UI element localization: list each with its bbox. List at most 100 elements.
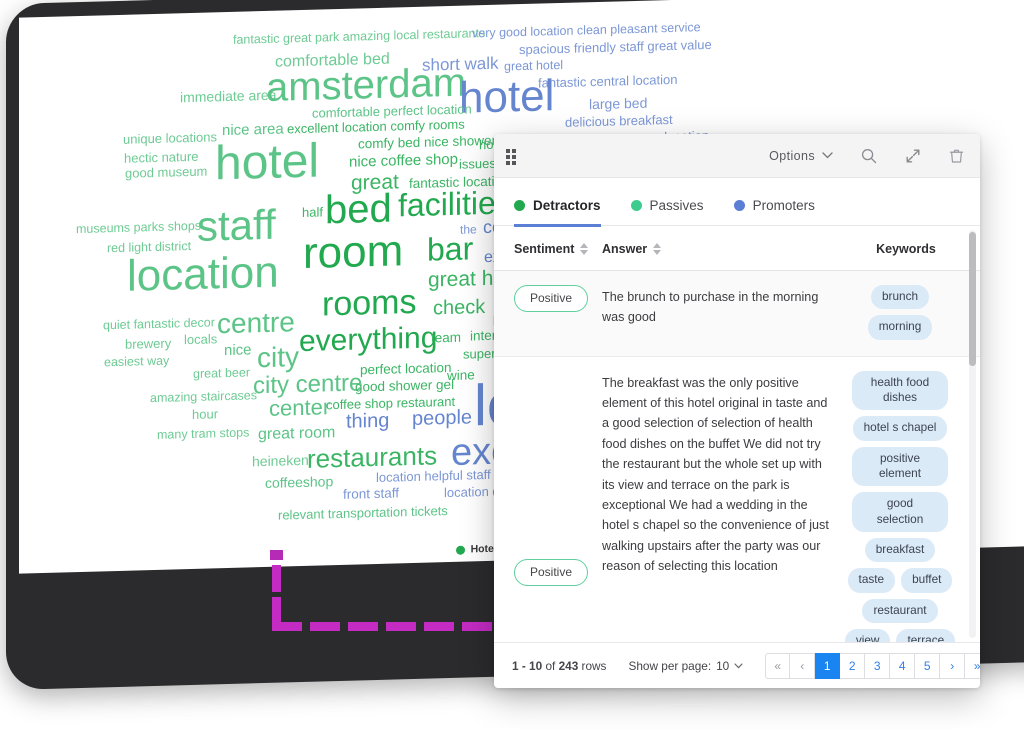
cloud-word[interactable]: staff xyxy=(197,201,276,250)
keyword-chip[interactable]: terrace xyxy=(896,628,956,642)
cloud-word[interactable]: brewery xyxy=(125,336,171,352)
keyword-chip[interactable]: buffet xyxy=(901,568,953,593)
rows-word: rows xyxy=(581,658,607,673)
cloud-word[interactable]: quiet fantastic decor xyxy=(103,315,215,332)
column-header-sentiment[interactable]: Sentiment xyxy=(494,226,602,271)
cloud-word[interactable]: issues xyxy=(459,156,496,172)
cloud-word[interactable]: amsterdam xyxy=(266,61,466,110)
tab-passives[interactable]: Passives xyxy=(630,198,704,227)
tab-dot-icon xyxy=(733,200,745,211)
options-dropdown[interactable]: Options xyxy=(769,149,833,163)
cloud-word[interactable]: amazing staircases xyxy=(150,388,257,405)
page-button-2[interactable]: 2 xyxy=(840,652,866,679)
page-button-1[interactable]: 1 xyxy=(815,652,841,679)
keyword-chip[interactable]: positive element xyxy=(852,446,948,487)
options-label: Options xyxy=(769,148,815,163)
table-scrollbar-thumb[interactable] xyxy=(969,232,976,366)
cloud-word[interactable]: nice xyxy=(224,341,252,359)
keyword-chip[interactable]: health food dishes xyxy=(852,370,948,411)
cloud-word[interactable]: fantastic central location xyxy=(538,72,677,91)
cell-answer: The brunch to purchase in the morning wa… xyxy=(602,270,838,357)
cloud-word[interactable]: comfy bed nice shower xyxy=(358,133,496,152)
keyword-chip[interactable]: good selection xyxy=(852,492,948,532)
cloud-word[interactable]: everything xyxy=(299,321,437,358)
cloud-word[interactable]: hectic nature xyxy=(124,149,198,166)
cloud-word[interactable]: unique locations xyxy=(123,129,217,147)
cloud-word[interactable]: centre xyxy=(217,306,295,339)
chevron-down-icon xyxy=(734,662,743,668)
cloud-word[interactable]: wine xyxy=(447,367,475,383)
trash-icon[interactable] xyxy=(949,148,964,164)
cloud-word[interactable]: restaurants xyxy=(307,440,437,474)
keyword-chip[interactable]: morning xyxy=(867,315,933,340)
cloud-word[interactable]: center xyxy=(269,394,330,421)
table-row[interactable]: Positive The brunch to purchase in the mo… xyxy=(494,270,980,357)
cloud-word[interactable]: relevant transportation tickets xyxy=(278,503,448,523)
cloud-word[interactable]: immediate area xyxy=(180,87,277,106)
page-button-4[interactable]: 4 xyxy=(890,652,916,679)
cloud-word[interactable]: many tram stops xyxy=(157,425,249,442)
sort-toggle-answer[interactable] xyxy=(653,243,662,255)
column-label-sentiment: Sentiment xyxy=(514,242,575,256)
cloud-word[interactable]: very good location clean pleasant servic… xyxy=(472,20,701,40)
tab-promoters[interactable]: Promoters xyxy=(733,198,815,227)
table-row[interactable]: Positive The breakfast was the only posit… xyxy=(494,356,980,642)
cloud-word[interactable]: easiest way xyxy=(104,354,169,370)
column-header-answer[interactable]: Answer xyxy=(602,226,838,271)
cloud-word[interactable]: thing xyxy=(346,410,389,433)
cloud-word[interactable]: rooms xyxy=(322,283,416,324)
keyword-chip[interactable]: taste xyxy=(847,568,896,593)
cloud-word[interactable]: coffeeshop xyxy=(265,473,333,491)
sentiment-badge: Positive xyxy=(514,285,589,312)
search-icon[interactable] xyxy=(861,148,877,164)
table-scroll-area[interactable]: Sentiment Answer Keywords Positive The b… xyxy=(494,226,980,642)
table-scrollbar[interactable] xyxy=(969,230,976,638)
cloud-word[interactable]: team xyxy=(431,330,461,346)
cloud-word[interactable]: location xyxy=(127,248,279,301)
tab-detractors[interactable]: Detractors xyxy=(514,198,601,227)
cloud-word[interactable]: people xyxy=(412,406,472,430)
table-header: Sentiment Answer Keywords xyxy=(494,226,980,271)
sort-toggle-sentiment[interactable] xyxy=(580,243,589,255)
cloud-word[interactable]: bed xyxy=(325,187,392,233)
keyword-chip[interactable]: breakfast xyxy=(864,537,936,563)
cloud-word[interactable]: museums parks shops xyxy=(76,219,201,236)
keyword-chip[interactable]: hotel s chapel xyxy=(852,416,948,441)
cloud-word[interactable]: large bed xyxy=(589,95,647,113)
expand-icon[interactable] xyxy=(905,148,921,164)
page-button-›[interactable]: › xyxy=(940,652,966,679)
cloud-word[interactable]: front staff xyxy=(343,485,399,502)
page-button-5[interactable]: 5 xyxy=(915,652,941,679)
page-button-«[interactable]: « xyxy=(765,652,791,679)
cloud-word[interactable]: hotel xyxy=(459,71,554,123)
cloud-word[interactable]: bar xyxy=(427,230,473,267)
cloud-word[interactable]: half xyxy=(302,204,323,220)
cloud-word[interactable]: great beer xyxy=(193,365,250,381)
connector-dash xyxy=(386,622,416,631)
cloud-word[interactable]: good shower gel xyxy=(355,377,454,395)
cloud-word[interactable]: heineken xyxy=(252,452,309,470)
cloud-word[interactable]: spacious friendly staff great value xyxy=(519,37,712,57)
per-page-dropdown[interactable]: Show per page: 10 xyxy=(628,659,743,673)
drag-handle-icon[interactable] xyxy=(506,148,518,165)
cloud-word[interactable]: perfect location xyxy=(360,360,452,377)
page-button-3[interactable]: 3 xyxy=(865,652,891,679)
keyword-chip[interactable]: restaurant xyxy=(862,598,938,623)
page-button-»[interactable]: » xyxy=(965,652,980,679)
cloud-word[interactable]: excellent location comfy rooms xyxy=(287,117,465,137)
cloud-word[interactable]: locals xyxy=(184,331,217,347)
cloud-word[interactable]: hour xyxy=(192,406,218,422)
cell-keywords: health food dishes hotel s chapel positive… xyxy=(838,356,980,642)
cloud-word[interactable]: great room xyxy=(258,424,335,443)
cloud-word[interactable]: nice coffee shop xyxy=(349,151,458,171)
cloud-word[interactable]: good museum xyxy=(125,164,207,181)
keyword-chip[interactable]: view xyxy=(844,628,891,642)
cloud-word[interactable]: check xyxy=(433,296,485,319)
cloud-word[interactable]: city xyxy=(257,341,299,373)
cloud-word[interactable]: hotel xyxy=(215,135,319,191)
cloud-word[interactable]: room xyxy=(303,226,403,278)
cloud-word[interactable]: fantastic great park amazing local resta… xyxy=(233,26,485,47)
page-button-‹[interactable]: ‹ xyxy=(790,652,816,679)
cloud-word[interactable]: delicious breakfast xyxy=(565,112,673,130)
keyword-chip[interactable]: brunch xyxy=(870,285,930,310)
